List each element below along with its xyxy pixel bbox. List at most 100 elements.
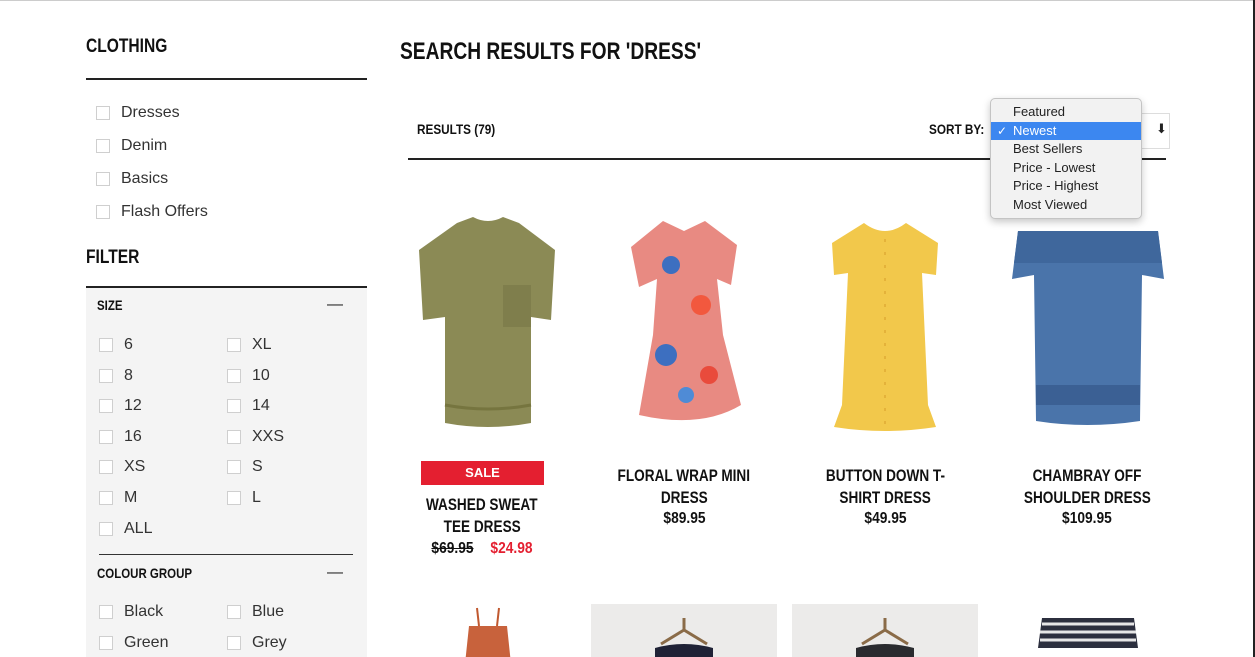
option-label: Grey: [252, 634, 287, 651]
sort-option-best-sellers[interactable]: Best Sellers: [991, 140, 1141, 159]
product-image[interactable]: [591, 205, 777, 445]
checkbox[interactable]: [96, 139, 110, 153]
size-option-14[interactable]: 14: [227, 395, 270, 417]
product-image[interactable]: [792, 604, 978, 657]
sort-option-newest[interactable]: ✓ Newest: [991, 121, 1141, 141]
option-label: 12: [124, 397, 142, 414]
product-image[interactable]: [395, 604, 581, 657]
checkbox[interactable]: [99, 522, 113, 536]
option-label: 14: [252, 397, 270, 414]
checkbox[interactable]: [99, 338, 113, 352]
sort-option-featured[interactable]: Featured: [991, 103, 1141, 122]
product-name-line: BUTTON DOWN T-: [825, 466, 945, 485]
product-name-line: SHIRT DRESS: [839, 488, 931, 507]
price: $89.95: [662, 510, 706, 527]
sort-option-label: Best Sellers: [1013, 141, 1083, 157]
option-label: Black: [124, 603, 164, 620]
product-price: $49.95: [792, 510, 978, 528]
size-option-all[interactable]: ALL: [99, 518, 152, 540]
original-price: $69.95: [431, 540, 474, 557]
sort-dropdown[interactable]: Featured ✓ Newest Best Sellers Price - Lo…: [990, 98, 1142, 219]
page-title: SEARCH RESULTS FOR 'DRESS': [400, 38, 702, 65]
product-image[interactable]: [792, 205, 978, 445]
product-name-line: FLORAL WRAP MINI: [617, 466, 751, 485]
product-image[interactable]: [395, 205, 581, 445]
checkbox[interactable]: [99, 430, 113, 444]
product-card[interactable]: [994, 604, 1180, 657]
checkbox[interactable]: [227, 636, 241, 650]
size-option-xl[interactable]: XL: [227, 334, 272, 356]
size-divider: [99, 554, 353, 555]
size-group-title: SIZE: [97, 297, 123, 313]
size-option-6[interactable]: 6: [99, 334, 133, 356]
colour-option-grey[interactable]: Grey: [227, 632, 287, 654]
checkbox[interactable]: [227, 338, 241, 352]
checkbox[interactable]: [99, 605, 113, 619]
product-image[interactable]: [994, 205, 1180, 445]
sort-option-price-highest[interactable]: Price - Highest: [991, 177, 1141, 196]
size-option-s[interactable]: S: [227, 456, 263, 478]
sort-direction-icon[interactable]: ⬇: [1156, 121, 1167, 137]
product-image[interactable]: [994, 604, 1180, 657]
category-label: Denim: [121, 137, 168, 154]
checkbox[interactable]: [96, 205, 110, 219]
size-option-16[interactable]: 16: [99, 426, 142, 448]
sort-option-price-lowest[interactable]: Price - Lowest: [991, 159, 1141, 178]
clothing-divider: [86, 78, 367, 80]
category-denim[interactable]: Denim: [96, 135, 167, 157]
checkbox[interactable]: [99, 399, 113, 413]
product-name[interactable]: BUTTON DOWN T- SHIRT DRESS: [792, 465, 978, 509]
size-option-m[interactable]: M: [99, 487, 137, 509]
checkbox[interactable]: [96, 106, 110, 120]
product-name[interactable]: CHAMBRAY OFF SHOULDER DRESS: [994, 465, 1180, 509]
product-name-line: WASHED SWEAT: [426, 495, 538, 514]
checkbox[interactable]: [99, 369, 113, 383]
product-price: $89.95: [591, 510, 777, 528]
colour-option-black[interactable]: Black: [99, 601, 163, 623]
checkbox[interactable]: [227, 430, 241, 444]
checkbox[interactable]: [96, 172, 110, 186]
sort-label: SORT BY:: [929, 121, 985, 137]
product-name-line: DRESS: [660, 488, 708, 507]
option-label: 6: [124, 336, 133, 353]
sale-price: $24.98: [490, 540, 533, 557]
product-card[interactable]: [395, 604, 581, 657]
product-name[interactable]: FLORAL WRAP MINI DRESS: [591, 465, 777, 509]
option-label: 10: [252, 367, 270, 384]
size-option-10[interactable]: 10: [227, 365, 270, 387]
colour-collapse-icon[interactable]: —: [327, 564, 343, 582]
product-price: $69.95 $24.98: [389, 540, 575, 558]
option-label: XS: [124, 458, 146, 475]
option-label: 16: [124, 428, 142, 445]
results-count: RESULTS (79): [417, 121, 496, 137]
product-image[interactable]: [591, 604, 777, 657]
checkbox[interactable]: [99, 460, 113, 474]
size-collapse-icon[interactable]: —: [327, 296, 343, 314]
option-label: S: [252, 458, 263, 475]
product-card[interactable]: [792, 604, 978, 657]
colour-option-green[interactable]: Green: [99, 632, 168, 654]
size-option-xxs[interactable]: XXS: [227, 426, 284, 448]
category-dresses[interactable]: Dresses: [96, 102, 180, 124]
category-basics[interactable]: Basics: [96, 168, 168, 190]
colour-option-blue[interactable]: Blue: [227, 601, 284, 623]
checkbox[interactable]: [227, 491, 241, 505]
category-flash-offers[interactable]: Flash Offers: [96, 201, 208, 223]
checkbox[interactable]: [227, 399, 241, 413]
checkbox[interactable]: [227, 460, 241, 474]
checkbox[interactable]: [99, 636, 113, 650]
size-option-8[interactable]: 8: [99, 365, 133, 387]
checkbox[interactable]: [227, 605, 241, 619]
category-label: Dresses: [121, 104, 180, 121]
colour-group-title: COLOUR GROUP: [97, 565, 193, 581]
product-name-line: CHAMBRAY OFF: [1032, 466, 1142, 485]
price: $49.95: [863, 510, 907, 527]
size-option-xs[interactable]: XS: [99, 456, 145, 478]
checkbox[interactable]: [227, 369, 241, 383]
checkbox[interactable]: [99, 491, 113, 505]
product-name-line: SHOULDER DRESS: [1023, 488, 1151, 507]
product-card[interactable]: [591, 604, 777, 657]
product-name[interactable]: WASHED SWEAT TEE DRESS: [389, 494, 575, 538]
size-option-l[interactable]: L: [227, 487, 261, 509]
size-option-12[interactable]: 12: [99, 395, 142, 417]
